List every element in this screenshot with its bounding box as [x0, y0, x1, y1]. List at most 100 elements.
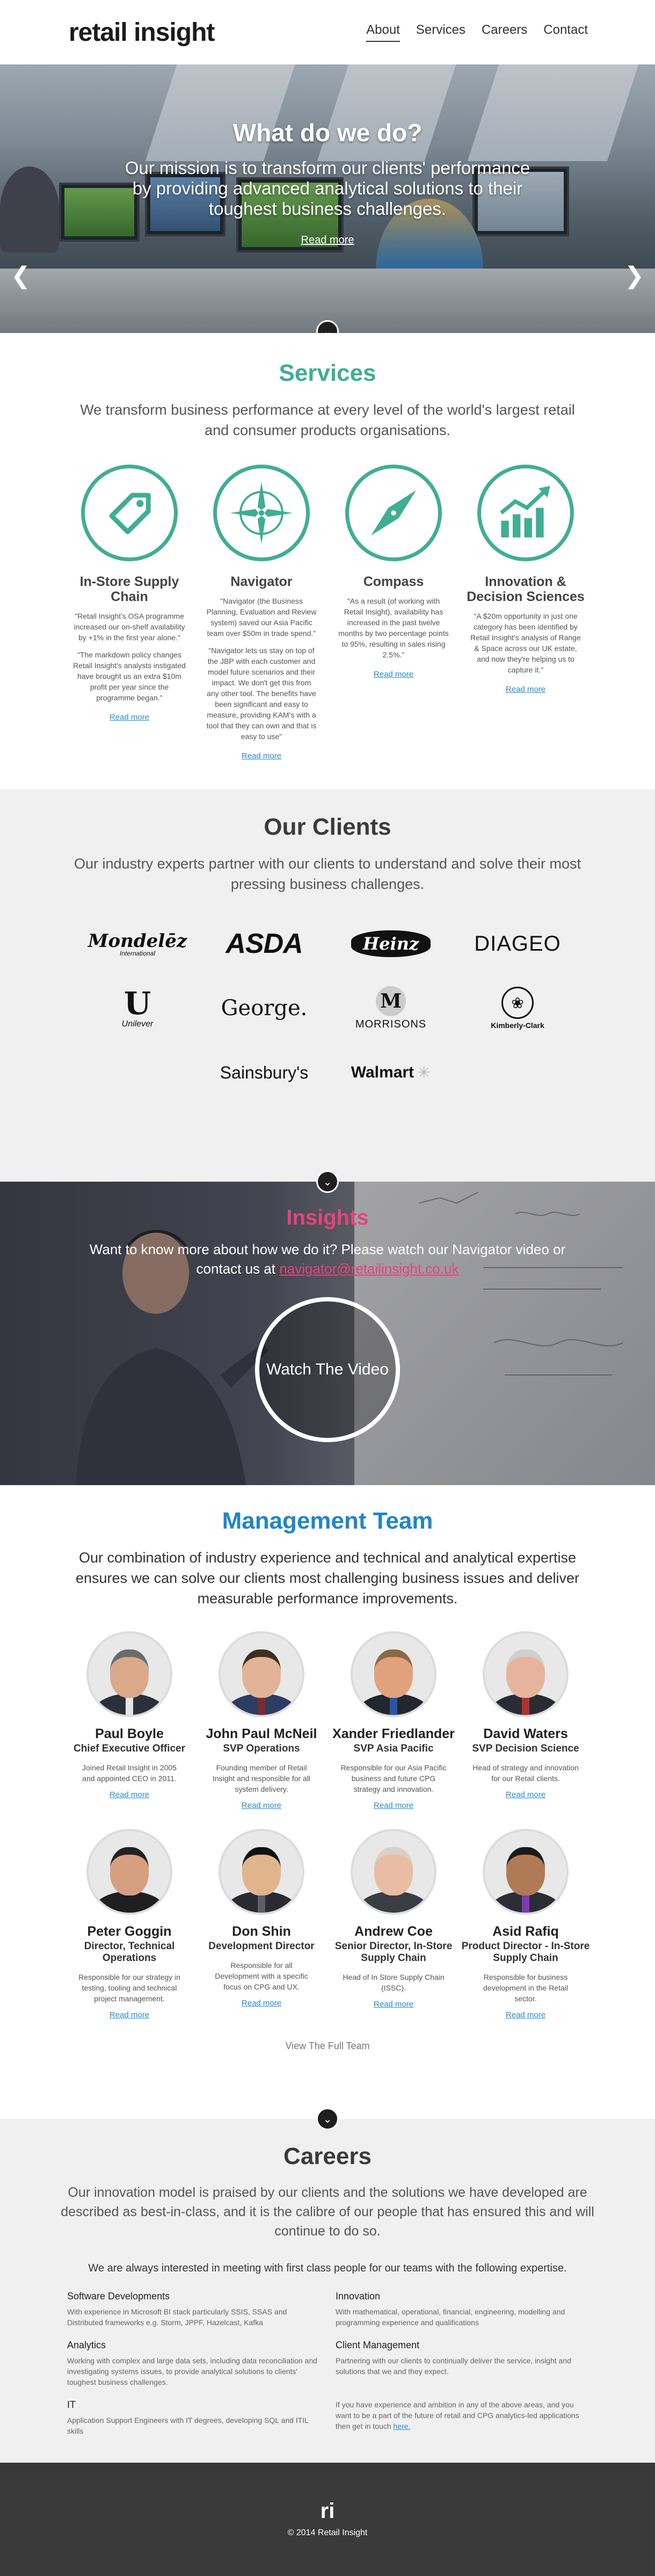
services-subtitle: We transform business performance at eve…: [80, 402, 575, 438]
tag-icon: [81, 465, 178, 561]
services-title: Services: [279, 360, 376, 386]
client-logo-morrisons: M MORRISONS: [328, 981, 454, 1035]
hero-carousel: What do we do? Our mission is to transfo…: [0, 64, 655, 333]
client-logo-mondelez: Mondelēz International: [88, 930, 187, 957]
clients-title: Our Clients: [264, 814, 391, 840]
member-name: John Paul McNeil: [206, 1726, 317, 1741]
member-role: SVP Asia Pacific: [353, 1743, 434, 1754]
team-title: Management Team: [222, 1508, 433, 1534]
member-name: Peter Goggin: [87, 1924, 172, 1939]
member-read-more-link[interactable]: Read more: [242, 1801, 281, 1810]
footer-logo-mark: ri: [320, 2499, 335, 2523]
service-read-more-link[interactable]: Read more: [506, 685, 545, 694]
member-role: SVP Operations: [223, 1743, 300, 1754]
team-member-card: Andrew Coe Senior Director, In-Store Supp…: [329, 1829, 458, 2020]
expertise-title: Innovation: [336, 2291, 381, 2302]
compass-rose-icon: [213, 465, 310, 561]
client-logo-walmart: Walmart ✳: [351, 1063, 431, 1082]
watch-video-button[interactable]: Watch The Video: [255, 1297, 400, 1442]
site-footer: ri © 2014 Retail Insight: [0, 2463, 655, 2576]
expertise-item: Client Management Partnering with our cl…: [336, 2340, 588, 2387]
service-card: Navigator "Navigator (the Business Plann…: [200, 465, 323, 761]
member-role: Chief Executive Officer: [73, 1743, 186, 1754]
expertise-text: With mathematical, operational, financia…: [336, 2307, 565, 2327]
client-logo-kimberly-clark: ❀ Kimberly-Clark: [454, 981, 581, 1035]
service-read-more-link[interactable]: Read more: [374, 670, 413, 679]
expertise-title: IT: [67, 2399, 76, 2410]
expertise-text: With experience in Microsoft BI stack pa…: [67, 2307, 287, 2327]
service-read-more-link[interactable]: Read more: [242, 751, 281, 761]
avatar: [219, 1631, 304, 1717]
expertise-title: Software Developments: [67, 2291, 170, 2302]
member-read-more-link[interactable]: Read more: [374, 2000, 413, 2009]
service-quote: "Retail Insight's OSA programme increase…: [74, 612, 185, 642]
chevron-down-icon[interactable]: ⌄: [316, 2108, 339, 2130]
management-team-section: Management Team Our combination of indus…: [0, 1485, 655, 2130]
careers-subtitle: Our innovation model is praised by our c…: [61, 2185, 594, 2239]
view-full-team-link[interactable]: View The Full Team: [0, 2040, 655, 2052]
avatar: [86, 1829, 172, 1915]
member-read-more-link[interactable]: Read more: [374, 1801, 413, 1810]
nav-about[interactable]: About: [366, 23, 400, 42]
chevron-left-icon[interactable]: ❮: [11, 262, 31, 290]
careers-lead: We are always interested in meeting with…: [88, 2262, 567, 2274]
member-role: SVP Decision Science: [472, 1743, 579, 1754]
member-read-more-link[interactable]: Read more: [506, 2010, 545, 2020]
insights-section: Insights Want to know more about how we …: [0, 1182, 655, 1485]
expertise-item: Analytics Working with complex and large…: [67, 2340, 319, 2387]
service-quote: "Navigator (the Business Planning, Evalu…: [206, 597, 317, 638]
careers-expertise-list: Software Developments With experience in…: [67, 2291, 588, 2436]
avatar: [483, 1631, 569, 1717]
insights-title: Insights: [286, 1206, 369, 1229]
member-read-more-link[interactable]: Read more: [506, 1790, 545, 1799]
team-grid: Paul Boyle Chief Executive Officer Joined …: [0, 1631, 655, 2020]
client-logo-sainsburys: Sainsbury's: [220, 1062, 309, 1082]
service-card: In-Store Supply Chain "Retail Insight's …: [68, 465, 191, 761]
member-name: Andrew Coe: [354, 1924, 433, 1939]
client-logo-george: George.: [221, 996, 308, 1021]
nav-contact[interactable]: Contact: [543, 23, 588, 42]
chevron-right-icon[interactable]: ❯: [624, 262, 644, 290]
services-section: Services We transform business performan…: [0, 333, 655, 790]
insights-email-link[interactable]: navigator@retailinsight.co.uk: [279, 1261, 458, 1277]
careers-contact-note: If you have experience and ambition in a…: [336, 2400, 579, 2430]
growth-chart-icon: [477, 465, 574, 561]
member-role: Senior Director, In-Store Supply Chain: [334, 1941, 453, 1964]
morrisons-m-icon: M: [376, 986, 406, 1016]
member-name: Paul Boyle: [95, 1726, 164, 1741]
nav-careers[interactable]: Careers: [482, 23, 527, 42]
service-card: Innovation & Decision Sciences "A $20m o…: [464, 465, 587, 761]
team-member-card: David Waters SVP Decision Science Head of …: [461, 1631, 590, 1811]
main-nav: About Services Careers Contact: [366, 23, 588, 42]
member-bio: Head of strategy and innovation for our …: [472, 1763, 579, 1783]
member-bio: Head of In Store Supply Chain (ISSC).: [343, 1973, 445, 1992]
expertise-item: Software Developments With experience in…: [67, 2291, 319, 2328]
insights-text: Want to know more about how we do it? Pl…: [89, 1241, 566, 1277]
member-read-more-link[interactable]: Read more: [110, 2010, 149, 2020]
member-bio: Founding member of Retail Insight and re…: [212, 1763, 311, 1793]
expertise-item: IT Application Support Engineers with IT…: [67, 2399, 319, 2436]
member-role: Development Director: [208, 1941, 315, 1952]
service-read-more-link[interactable]: Read more: [110, 713, 149, 722]
chevron-down-icon[interactable]: ⌄: [316, 1170, 339, 1193]
careers-section: Careers Our innovation model is praised …: [0, 2119, 655, 2463]
hero-read-more-link[interactable]: Read more: [301, 234, 354, 247]
nav-services[interactable]: Services: [416, 23, 465, 42]
hero-content: What do we do? Our mission is to transfo…: [0, 118, 655, 247]
site-header: retail insight About Services Careers Co…: [0, 0, 655, 64]
insights-content: Insights Want to know more about how we …: [0, 1206, 655, 1278]
clients-subtitle: Our industry experts partner with our cl…: [74, 856, 581, 892]
client-logo-diageo: DIAGEO: [474, 931, 561, 956]
client-logo-heinz: Heinz: [328, 927, 454, 961]
member-bio: Joined Retail Insight in 2005 and appoin…: [82, 1763, 177, 1783]
service-title: Innovation & Decision Sciences: [467, 574, 585, 604]
team-member-card: John Paul McNeil SVP Operations Founding m…: [197, 1631, 326, 1811]
member-read-more-link[interactable]: Read more: [242, 1999, 281, 2008]
member-read-more-link[interactable]: Read more: [110, 1790, 149, 1799]
team-member-card: Peter Goggin Director, Technical Operatio…: [65, 1829, 194, 2020]
site-logo[interactable]: retail insight: [69, 18, 215, 47]
client-logo-unilever: U Unilever: [121, 985, 154, 1029]
careers-contact-link[interactable]: here.: [393, 2422, 410, 2430]
team-member-card: Don Shin Development Director Responsible …: [197, 1829, 326, 2020]
team-member-card: Paul Boyle Chief Executive Officer Joined …: [65, 1631, 194, 1811]
